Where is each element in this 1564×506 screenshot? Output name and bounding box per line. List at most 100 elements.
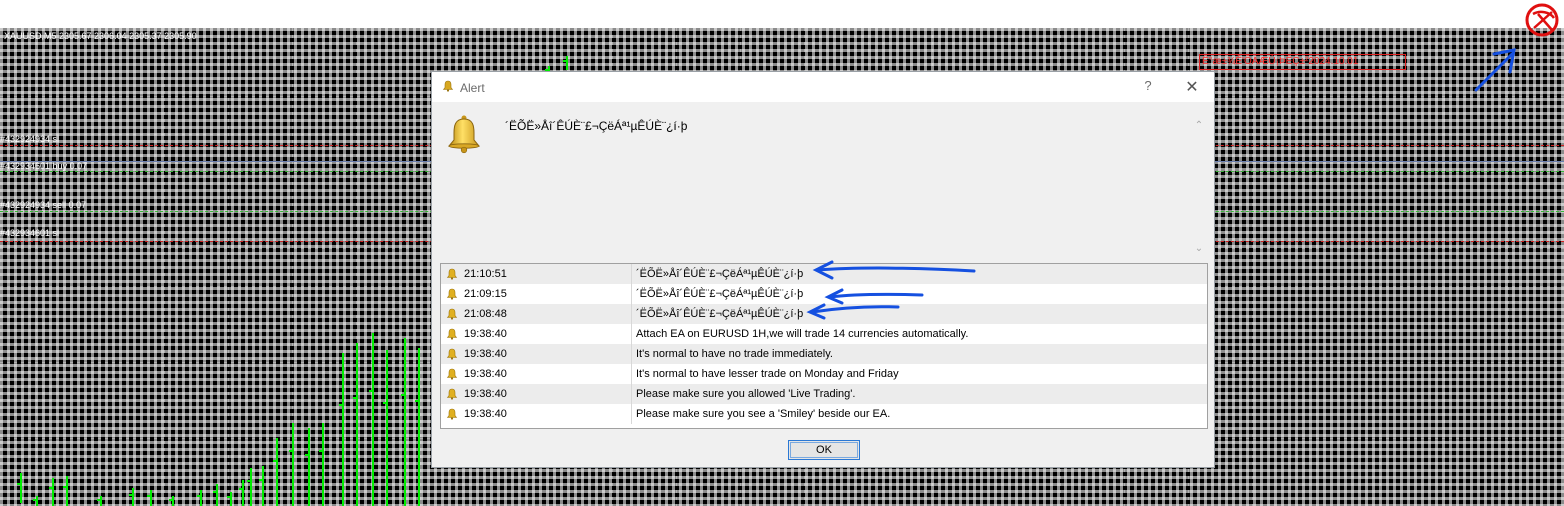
candle — [276, 438, 278, 506]
log-message: It's normal to have lesser trade on Mond… — [636, 368, 899, 380]
log-row[interactable]: 21:08:48 ´ËÕË»Åî´ÊÚÈ¨£¬ÇëÁª¹µÊÚÈ¨¿í·þ — [441, 304, 1207, 324]
candle — [342, 353, 344, 506]
log-message: It's normal to have no trade immediately… — [636, 348, 833, 360]
alert-message-area: ´ËÕË»Åî´ÊÚÈ¨£¬ÇëÁª¹µÊÚÈ¨¿í·þ ⌃ ⌄ — [432, 102, 1214, 258]
grid-line — [1380, 28, 1381, 506]
grid-line — [100, 28, 101, 506]
candle-tick — [227, 496, 231, 498]
candle-tick — [129, 494, 133, 496]
candle-tick — [97, 499, 101, 501]
log-row[interactable]: 21:10:51 ´ËÕË»Åî´ÊÚÈ¨£¬ÇëÁª¹µÊÚÈ¨¿í·þ — [441, 264, 1207, 284]
candle — [292, 423, 294, 506]
grid-line — [36, 28, 37, 506]
alert-dialog: Alert ? ✕ ´ËÕË»Åî´ÊÚÈ¨£¬ÇëÁª¹µÊÚÈ¨¿í·þ ⌃… — [431, 71, 1215, 468]
log-time: 19:38:40 — [464, 408, 507, 420]
log-row[interactable]: 19:38:40 Please make sure you see a 'Smil… — [441, 404, 1207, 424]
log-row[interactable]: 19:38:40 It's normal to have lesser trade… — [441, 364, 1207, 384]
candle-tick — [289, 450, 293, 452]
log-time: 19:38:40 — [464, 328, 507, 340]
log-message: Attach EA on EURUSD 1H,we will trade 14 … — [636, 328, 969, 340]
log-row[interactable]: 19:38:40 Attach EA on EURUSD 1H,we will t… — [441, 324, 1207, 344]
log-time: 19:38:40 — [464, 368, 507, 380]
log-row[interactable]: 21:09:15 ´ËÕË»Åî´ÊÚÈ¨£¬ÇëÁª¹µÊÚÈ¨¿í·þ — [441, 284, 1207, 304]
close-button[interactable]: ✕ — [1180, 77, 1204, 97]
grid-line — [0, 476, 1564, 477]
candle — [200, 490, 202, 506]
symbol-label: XAUUSD,M5 2305.67 2306.04 2305.37 2305.9… — [4, 31, 197, 41]
bell-icon — [446, 388, 458, 400]
candle-tick — [239, 488, 243, 490]
candle — [132, 488, 134, 506]
order-line-label: #432924934 sl — [0, 134, 60, 144]
bell-icon — [446, 308, 458, 320]
candle-tick — [353, 397, 357, 399]
column-divider — [631, 324, 632, 344]
log-row[interactable]: 19:38:40 It's normal to have no trade imm… — [441, 344, 1207, 364]
candle — [20, 473, 22, 503]
candle-tick — [259, 479, 263, 481]
log-row[interactable]: 19:38:40 Please make sure you allowed 'Li… — [441, 384, 1207, 404]
candle-tick — [49, 487, 53, 489]
message-scrollbar[interactable]: ⌃ ⌄ — [1192, 120, 1206, 255]
order-line-label: #432934601 sl — [0, 228, 60, 238]
grid-line — [164, 28, 165, 506]
candle — [52, 478, 54, 506]
log-message: Please make sure you allowed 'Live Tradi… — [636, 388, 856, 400]
candle — [308, 428, 310, 506]
log-time: 19:38:40 — [464, 348, 507, 360]
candle — [250, 468, 252, 506]
scroll-up-icon[interactable]: ⌃ — [1192, 120, 1206, 132]
candle — [418, 348, 420, 506]
candle — [356, 343, 358, 506]
column-divider — [631, 284, 632, 304]
log-message: Please make sure you see a 'Smiley' besi… — [636, 408, 891, 420]
candle — [230, 492, 232, 506]
help-button[interactable]: ? — [1138, 78, 1158, 96]
candle-tick — [17, 483, 21, 485]
bell-icon — [442, 80, 454, 92]
grid-line — [1508, 28, 1509, 506]
candle-tick — [383, 402, 387, 404]
log-time: 21:09:15 — [464, 288, 507, 300]
alert-log-list[interactable]: 21:10:51 ´ËÕË»Åî´ÊÚÈ¨£¬ÇëÁª¹µÊÚÈ¨¿í·þ 21:0… — [440, 263, 1208, 429]
dialog-title: Alert — [460, 81, 485, 95]
bell-icon — [447, 115, 481, 154]
candle — [322, 423, 324, 506]
candle — [36, 496, 38, 506]
column-divider — [631, 404, 632, 424]
candle — [242, 480, 244, 506]
candle-tick — [563, 60, 567, 62]
candle-tick — [33, 499, 37, 501]
candle — [216, 484, 218, 506]
column-divider — [631, 264, 632, 284]
candle — [262, 466, 264, 506]
candle-tick — [319, 450, 323, 452]
column-divider — [631, 364, 632, 384]
bell-icon — [446, 288, 458, 300]
candle — [100, 496, 102, 506]
column-divider — [631, 304, 632, 324]
order-line-label: #432924934 sell 0.07 — [0, 200, 87, 210]
candle-tick — [63, 486, 67, 488]
candle-tick — [273, 460, 277, 462]
scroll-down-icon[interactable]: ⌄ — [1192, 243, 1206, 255]
bell-icon — [446, 408, 458, 420]
ok-button[interactable]: OK — [788, 440, 860, 460]
expiry-label: Ë°æ±¾Ê'ÔÁÆÚ¡ÞÊÇ±²2024.10.01 — [1199, 54, 1406, 70]
bell-icon — [446, 328, 458, 340]
candle-tick — [369, 390, 373, 392]
candle-tick — [415, 400, 419, 402]
candle — [566, 56, 568, 70]
bell-icon — [446, 348, 458, 360]
bell-icon — [446, 268, 458, 280]
log-message: ´ËÕË»Åî´ÊÚÈ¨£¬ÇëÁª¹µÊÚÈ¨¿í·þ — [636, 308, 804, 320]
log-message: ´ËÕË»Åî´ÊÚÈ¨£¬ÇëÁª¹µÊÚÈ¨¿í·þ — [636, 268, 804, 280]
candle — [386, 350, 388, 506]
log-time: 21:10:51 — [464, 268, 507, 280]
dialog-titlebar[interactable]: Alert ? ✕ — [432, 72, 1214, 102]
log-message: ´ËÕË»Åî´ÊÚÈ¨£¬ÇëÁª¹µÊÚÈ¨¿í·þ — [636, 288, 804, 300]
candle-tick — [247, 480, 251, 482]
candle-tick — [147, 495, 151, 497]
bell-icon — [446, 368, 458, 380]
log-time: 19:38:40 — [464, 388, 507, 400]
